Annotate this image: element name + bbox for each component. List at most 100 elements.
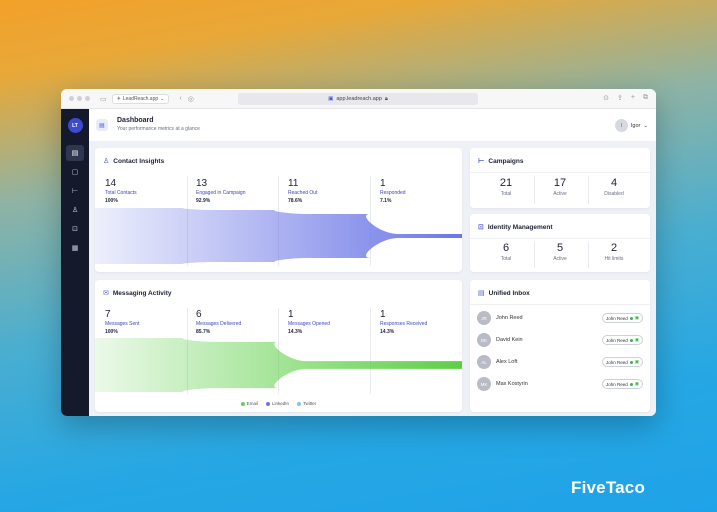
sidebar-item-campaigns[interactable]: ⊢ [66, 183, 84, 199]
sidebar-toggle-icon[interactable]: ▭ [100, 95, 107, 103]
campaigns-card[interactable]: ⊢ Campaigns 21 Total 17 Active 4 Disable… [470, 148, 650, 208]
campaigns-disabled: 4 Disabled [586, 177, 642, 197]
legend-label: Email [246, 401, 258, 406]
stat-value: 5 [556, 242, 564, 254]
user-menu[interactable]: I Igor ⌄ [614, 119, 648, 132]
divider [470, 238, 650, 239]
sender-tag[interactable]: John Reed ▣ [601, 313, 643, 323]
close-window-button[interactable] [69, 96, 74, 101]
brand-logo: FiveTaco [571, 478, 646, 497]
chart-legend: Email LinkedIn Twitter [95, 401, 462, 406]
back-icon[interactable]: ‹ [179, 95, 181, 102]
contacts-icon: ♙ [71, 207, 79, 214]
linkedin-icon: ▣ [634, 359, 639, 364]
sender-tag[interactable]: John Reed ▣ [601, 379, 643, 389]
sender-tag[interactable]: John Reed ▣ [601, 335, 643, 345]
sidebar-item-contacts[interactable]: ♙ [66, 202, 84, 218]
divider [470, 172, 650, 173]
stat-label: Hit limits [604, 256, 624, 262]
stat-responded: 1 Responded 7.1% [380, 178, 406, 204]
minimize-window-button[interactable] [77, 96, 82, 101]
stat-value: 14 [105, 178, 117, 189]
site-icon: ▣ [328, 96, 334, 102]
stat-value: 7 [105, 309, 111, 320]
sidebar-item-dashboard[interactable]: ▤ [66, 145, 84, 161]
stat-label: Total [500, 191, 512, 197]
stat-value: 1 [380, 309, 386, 320]
browser-tab[interactable]: ✈ LeadReach.app ⌄ [111, 93, 170, 104]
inbox-row[interactable]: AL Alex Loft John Reed ▣ [477, 352, 643, 372]
privacy-shield-icon[interactable]: ◎ [188, 95, 194, 103]
favicon-icon: ✈ [116, 95, 121, 102]
stat-engaged: 13 Engaged in Campaign 92.9% [196, 178, 245, 204]
contact-name: David Kein [496, 337, 523, 343]
inbox-row[interactable]: MK Max Kostyrin John Reed ▣ [477, 374, 643, 394]
stat-label: Responded [380, 190, 406, 196]
stat-percent: 85.7% [196, 329, 211, 335]
dashboard-content: ♙ Contact Insights 14 Total Contacts 100… [89, 142, 656, 416]
funnel-shape [95, 338, 462, 392]
avatar: DK [477, 333, 491, 347]
workspace-avatar[interactable]: LT [67, 118, 83, 133]
legend-item-email[interactable]: Email [240, 401, 258, 406]
contact-funnel-chart [95, 208, 462, 264]
legend-item-linkedin[interactable]: LinkedIn [265, 401, 289, 406]
sidebar-item-apps[interactable]: ▦ [66, 240, 84, 256]
user-name: Igor [630, 122, 641, 129]
stat-label: Reached Out [288, 190, 318, 196]
maximize-window-button[interactable] [85, 96, 90, 101]
sender-tag[interactable]: John Reed ▣ [601, 357, 643, 367]
share-icon[interactable]: ⇪ [617, 94, 623, 102]
inbox-row[interactable]: DK David Kein John Reed ▣ [477, 330, 643, 350]
tabs-overview-icon[interactable]: ⧉ [643, 94, 648, 102]
campaigns-title: Campaigns [488, 157, 524, 165]
sender-name: John Reed [605, 381, 628, 387]
stat-label: Total Contacts [105, 190, 137, 196]
inbox-row[interactable]: JR John Reed John Reed ▣ [477, 308, 643, 328]
stat-messages-opened: 1 Messages Opened 14.3% [288, 309, 330, 335]
unified-inbox-card: ▤ Unified Inbox JR John Reed John Reed ▣ … [470, 280, 650, 412]
stat-label: Responses Received [380, 321, 428, 327]
stat-percent: 100% [105, 329, 118, 335]
address-bar[interactable]: ▣ app.leadreach.app 🔒︎ [238, 93, 478, 105]
sidebar-item-identities[interactable]: ⊡ [66, 221, 84, 237]
contact-name: John Reed [496, 315, 523, 321]
tab-label: LeadReach.app [122, 95, 159, 102]
download-icon[interactable]: ⊙ [603, 94, 609, 102]
card-title: ⊡ Identity Management [478, 223, 553, 232]
identity-management-card[interactable]: ⊡ Identity Management 6 Total 5 Active 2… [470, 214, 650, 272]
card-title: ♙ Contact Insights [103, 157, 165, 166]
grid-icon: ▦ [71, 245, 79, 252]
stat-percent: 14.3% [380, 329, 395, 335]
funnel-shape [95, 208, 462, 264]
stat-percent: 14.3% [288, 329, 303, 335]
contact-name: Max Kostyrin [496, 381, 528, 387]
identity-icon: ⊡ [478, 224, 484, 231]
sender-name: John Reed [605, 359, 628, 365]
inbox-icon: ⊡ [72, 226, 78, 233]
window-controls [69, 96, 90, 101]
stat-label: Messages Delivered [196, 321, 242, 327]
campaign-flow-icon: ⊢ [71, 188, 79, 195]
avatar: AL [477, 355, 491, 369]
contact-insights-card: ♙ Contact Insights 14 Total Contacts 100… [95, 148, 462, 272]
browser-window: ▭ ✈ LeadReach.app ⌄ ‹ ◎ ▣ app.leadreach.… [61, 89, 656, 416]
stat-label: Disabled [604, 191, 624, 197]
stat-value: 17 [553, 177, 567, 189]
stat-value: 6 [196, 309, 202, 320]
sidebar-item-messages[interactable]: ▢ [66, 164, 84, 180]
stat-label: Total [500, 256, 512, 262]
stat-messages-delivered: 6 Messages Delivered 85.7% [196, 309, 241, 335]
page-header: ▤ Dashboard Your performance metrics at … [89, 109, 656, 142]
legend-item-twitter[interactable]: Twitter [297, 401, 316, 406]
card-title: ▤ Unified Inbox [478, 289, 530, 298]
status-dot-icon [629, 316, 633, 320]
envelope-icon: ✉ [103, 290, 109, 297]
app-sidebar: LT ▤ ▢ ⊢ ♙ ⊡ ▦ [61, 109, 89, 416]
divider [470, 304, 650, 305]
stat-reached-out: 11 Reached Out 78.6% [288, 178, 317, 204]
contact-insights-title: Contact Insights [113, 157, 165, 165]
new-tab-icon[interactable]: + [631, 94, 635, 102]
stat-messages-sent: 7 Messages Sent 100% [105, 309, 139, 335]
stat-label: Messages Sent [105, 321, 140, 327]
